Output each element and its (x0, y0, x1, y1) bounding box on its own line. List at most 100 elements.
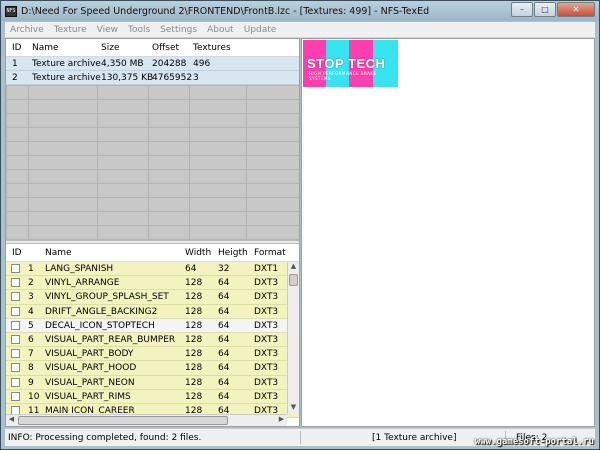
texture-row[interactable]: 8 VISUAL_PART_HOOD 128 64 DXT3 (6, 361, 299, 376)
row-checkbox[interactable] (11, 391, 20, 401)
status-archive: [1 Texture archive] (372, 433, 457, 443)
horizontal-scrollbar[interactable]: ◀ ▶ (6, 414, 287, 426)
texture-cell: 2 (28, 278, 34, 289)
archive-table: ID Name Size Offset Textures 1 Texture a… (6, 39, 299, 240)
texture-cell: 64 (218, 292, 230, 303)
window-title: D:\Need For Speed Underground 2\FRONTEND… (21, 5, 430, 17)
texture-col-name[interactable]: Name (45, 248, 72, 258)
scroll-up-icon[interactable]: ▲ (288, 262, 299, 273)
texture-col-width[interactable]: Width (185, 248, 211, 258)
window-controls: – □ ✕ (510, 2, 595, 17)
archive-row[interactable]: 2 Texture archive 130,375 KB 4765952 3 (6, 71, 299, 85)
grid-divider (189, 85, 190, 240)
texture-cell: 128 (185, 363, 203, 374)
texture-row[interactable]: 5 DECAL_ICON_STOPTECH 128 64 DXT3 (6, 318, 299, 333)
menu-settings[interactable]: Settings (155, 25, 202, 35)
texture-row[interactable]: 7 VISUAL_PART_BODY 128 64 DXT3 (6, 347, 299, 362)
status-divider (300, 431, 301, 444)
menu-tools[interactable]: Tools (123, 25, 155, 35)
menu-about[interactable]: About (202, 25, 239, 35)
texture-cell: VINYL_ARRANGE (45, 278, 120, 289)
row-checkbox[interactable] (11, 363, 20, 373)
texture-cell: LANG_SPANISH (45, 264, 114, 274)
texture-cell: 64 (218, 349, 230, 360)
texture-cell: DRIFT_ANGLE_BACKING2 (45, 306, 158, 317)
row-checkbox[interactable] (11, 334, 20, 344)
texture-cell: 128 (185, 349, 203, 360)
stoptech-logo: STOP TECH (307, 56, 386, 71)
minimize-button[interactable]: – (511, 2, 533, 17)
texture-row[interactable]: 6 VISUAL_PART_REAR_BUMPER 128 64 DXT3 (6, 332, 299, 348)
texture-col-format[interactable]: Format (254, 248, 286, 258)
row-checkbox[interactable] (11, 264, 20, 273)
watermark: www.gamesoft-portal.ru (474, 437, 594, 447)
texture-cell: DXT3 (254, 306, 279, 317)
texture-row[interactable]: 4 DRIFT_ANGLE_BACKING2 128 64 DXT3 (6, 304, 299, 319)
title-bar[interactable]: NFS D:\Need For Speed Underground 2\FRON… (1, 1, 599, 21)
texture-cell: 64 (218, 377, 230, 388)
archive-col-offset[interactable]: Offset (152, 43, 179, 53)
texture-cell: VINYL_GROUP_SPLASH_SET (45, 292, 169, 303)
texture-row[interactable]: 2 VINYL_ARRANGE 128 64 DXT3 (6, 276, 299, 291)
texture-cell: 8 (28, 363, 34, 374)
menu-texture[interactable]: Texture (49, 25, 92, 35)
texture-rows: 1 LANG_SPANISH 64 32 DXT1 2 VINYL_ARRANGE 128 64… (6, 262, 299, 419)
row-checkbox[interactable] (11, 349, 20, 359)
texture-col-height[interactable]: Heigth (218, 248, 248, 258)
row-checkbox[interactable] (11, 306, 20, 316)
texture-row[interactable]: 9 VISUAL_PART_NEON 128 64 DXT3 (6, 375, 299, 390)
grid-divider (28, 85, 29, 240)
texture-row[interactable]: 10 VISUAL_PART_RIMS 128 64 DXT3 (6, 389, 299, 404)
status-info: INFO: Processing completed, found: 2 fil… (8, 433, 202, 443)
grid-divider (148, 85, 149, 240)
texture-cell: DECAL_ICON_STOPTECH (45, 320, 155, 331)
menu-view[interactable]: View (92, 25, 123, 35)
texture-cell: VISUAL_PART_BODY (45, 349, 134, 360)
texture-cell: DXT3 (254, 349, 279, 360)
texture-row[interactable]: 1 LANG_SPANISH 64 32 DXT1 (6, 262, 299, 277)
texture-cell: 7 (28, 349, 34, 360)
texture-cell: 128 (185, 391, 203, 402)
scroll-thumb[interactable] (18, 416, 228, 425)
archive-col-name[interactable]: Name (32, 43, 59, 53)
archive-cell: 4,350 MB (101, 59, 144, 69)
vertical-scrollbar[interactable]: ▲ ▼ (287, 262, 299, 414)
menu-archive[interactable]: Archive (5, 25, 49, 35)
texture-cell: 128 (185, 306, 203, 317)
archive-cell: Texture archive (32, 59, 101, 69)
texture-cell: DXT3 (254, 334, 279, 345)
archive-col-textures[interactable]: Textures (193, 43, 231, 53)
row-checkbox[interactable] (11, 377, 20, 387)
maximize-button[interactable]: □ (534, 2, 556, 17)
scroll-down-icon[interactable]: ▼ (288, 403, 299, 414)
archive-cell: 204288 (152, 59, 187, 69)
texture-row[interactable]: 3 VINYL_GROUP_SPLASH_SET 128 64 DXT3 (6, 290, 299, 305)
texture-cell: 4 (28, 306, 34, 317)
archive-cell: 496 (193, 59, 211, 69)
row-checkbox[interactable] (11, 278, 20, 288)
scroll-right-icon[interactable]: ▶ (276, 415, 287, 423)
texture-col-id[interactable]: ID (12, 248, 22, 258)
texture-preview-image: STOP TECH HIGH PERFORMANCE BRAKE SYSTEMS (303, 40, 398, 87)
texture-table: ID Name Width Heigth Format 1 LANG_SPANIS… (6, 244, 299, 426)
texture-cell: DXT3 (254, 278, 279, 289)
archive-row[interactable]: 1 Texture archive 4,350 MB 204288 496 (6, 57, 299, 71)
menu-update[interactable]: Update (239, 25, 282, 35)
texture-cell: 128 (185, 292, 203, 303)
app-window: NFS D:\Need For Speed Underground 2\FRON… (0, 0, 600, 450)
scroll-thumb[interactable] (289, 274, 298, 286)
archive-empty-area (6, 85, 299, 240)
texture-cell: 64 (185, 264, 197, 274)
scroll-left-icon[interactable]: ◀ (6, 415, 17, 423)
texture-cell: DXT3 (254, 320, 279, 331)
app-icon[interactable]: NFS (5, 5, 17, 17)
row-checkbox[interactable] (11, 320, 20, 330)
texture-cell: 64 (218, 278, 230, 289)
archive-col-size[interactable]: Size (101, 43, 119, 53)
texture-cell: 64 (218, 320, 230, 331)
row-checkbox[interactable] (11, 292, 20, 302)
texture-cell: VISUAL_PART_NEON (45, 377, 135, 388)
close-button[interactable]: ✕ (557, 2, 595, 17)
archive-cell: 4765952 (152, 73, 193, 83)
archive-col-id[interactable]: ID (12, 43, 22, 53)
